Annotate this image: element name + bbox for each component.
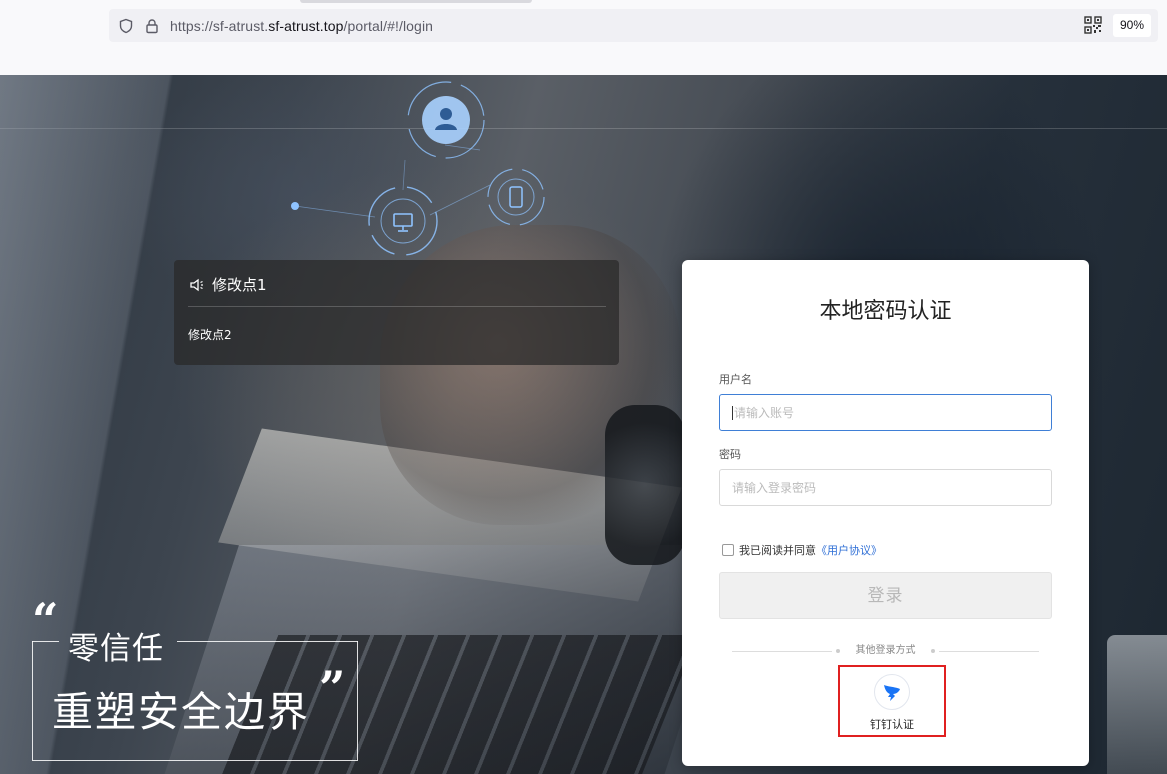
mobile-icon [487,168,545,226]
url-text[interactable]: https://sf-atrust.sf-atrust.top/portal/#… [170,18,433,34]
slogan-frame-top-right [177,641,358,642]
dingtalk-label: 钉钉认证 [870,718,914,731]
announcement-title: 修改点1 [212,276,267,294]
other-login-methods-divider: 其他登录方式 [732,644,1039,658]
desktop-icon [368,186,438,256]
speaker-icon [188,276,206,294]
slogan-block: “ 零信任 重塑安全边界 ” [32,597,362,763]
login-page-background: 修改点1 修改点2 “ 零信任 重塑安全边界 ” 本地密码认证 用户名 请输入账… [0,75,1167,774]
slogan-line-2: 重塑安全边界 [52,688,310,736]
slogan-open-quote: “ [32,593,59,647]
username-input[interactable]: 请输入账号 [719,394,1052,431]
dingtalk-login-option[interactable]: 钉钉认证 [838,665,946,737]
shield-icon[interactable] [116,16,136,36]
qr-code-icon[interactable] [1084,16,1102,34]
agreement-text: 我已阅读并同意 [739,544,816,557]
agreement-checkbox[interactable] [722,544,734,556]
login-button[interactable]: 登录 [719,572,1052,619]
password-placeholder: 请输入登录密码 [732,481,817,495]
agreement-row: 我已阅读并同意 《用户协议》 [722,542,882,558]
text-caret [732,405,733,420]
announcement-panel: 修改点1 修改点2 [174,260,619,365]
url-domain: sf-atrust.top [268,17,344,34]
login-card: 本地密码认证 用户名 请输入账号 密码 请输入登录密码 我已阅读并同意 《用户协… [682,260,1089,766]
announcement-body: 修改点2 [188,328,232,342]
divider-dot-right [931,649,935,653]
login-title: 本地密码认证 [819,299,952,324]
zoom-level-badge[interactable]: 90% [1112,14,1151,37]
divider-line-right [939,651,1039,652]
dingtalk-icon[interactable] [874,674,910,710]
user-agreement-link[interactable]: 《用户协议》 [816,542,882,558]
username-placeholder: 请输入账号 [734,406,795,420]
address-bar[interactable]: https://sf-atrust.sf-atrust.top/portal/#… [109,9,1158,42]
announcement-divider [188,306,606,307]
username-label: 用户名 [719,373,752,386]
password-input[interactable]: 请输入登录密码 [719,469,1052,506]
user-icon [407,81,485,159]
slogan-close-quote: ” [319,661,346,715]
lock-icon[interactable] [142,16,162,36]
background-plant [1107,635,1167,774]
slogan-line-1: 零信任 [68,631,164,667]
background-watch [605,405,685,565]
active-tab-indicator [300,0,532,3]
announcement-header: 修改点1 [188,274,267,295]
password-label: 密码 [719,448,741,461]
browser-chrome: https://sf-atrust.sf-atrust.top/portal/#… [0,0,1167,75]
